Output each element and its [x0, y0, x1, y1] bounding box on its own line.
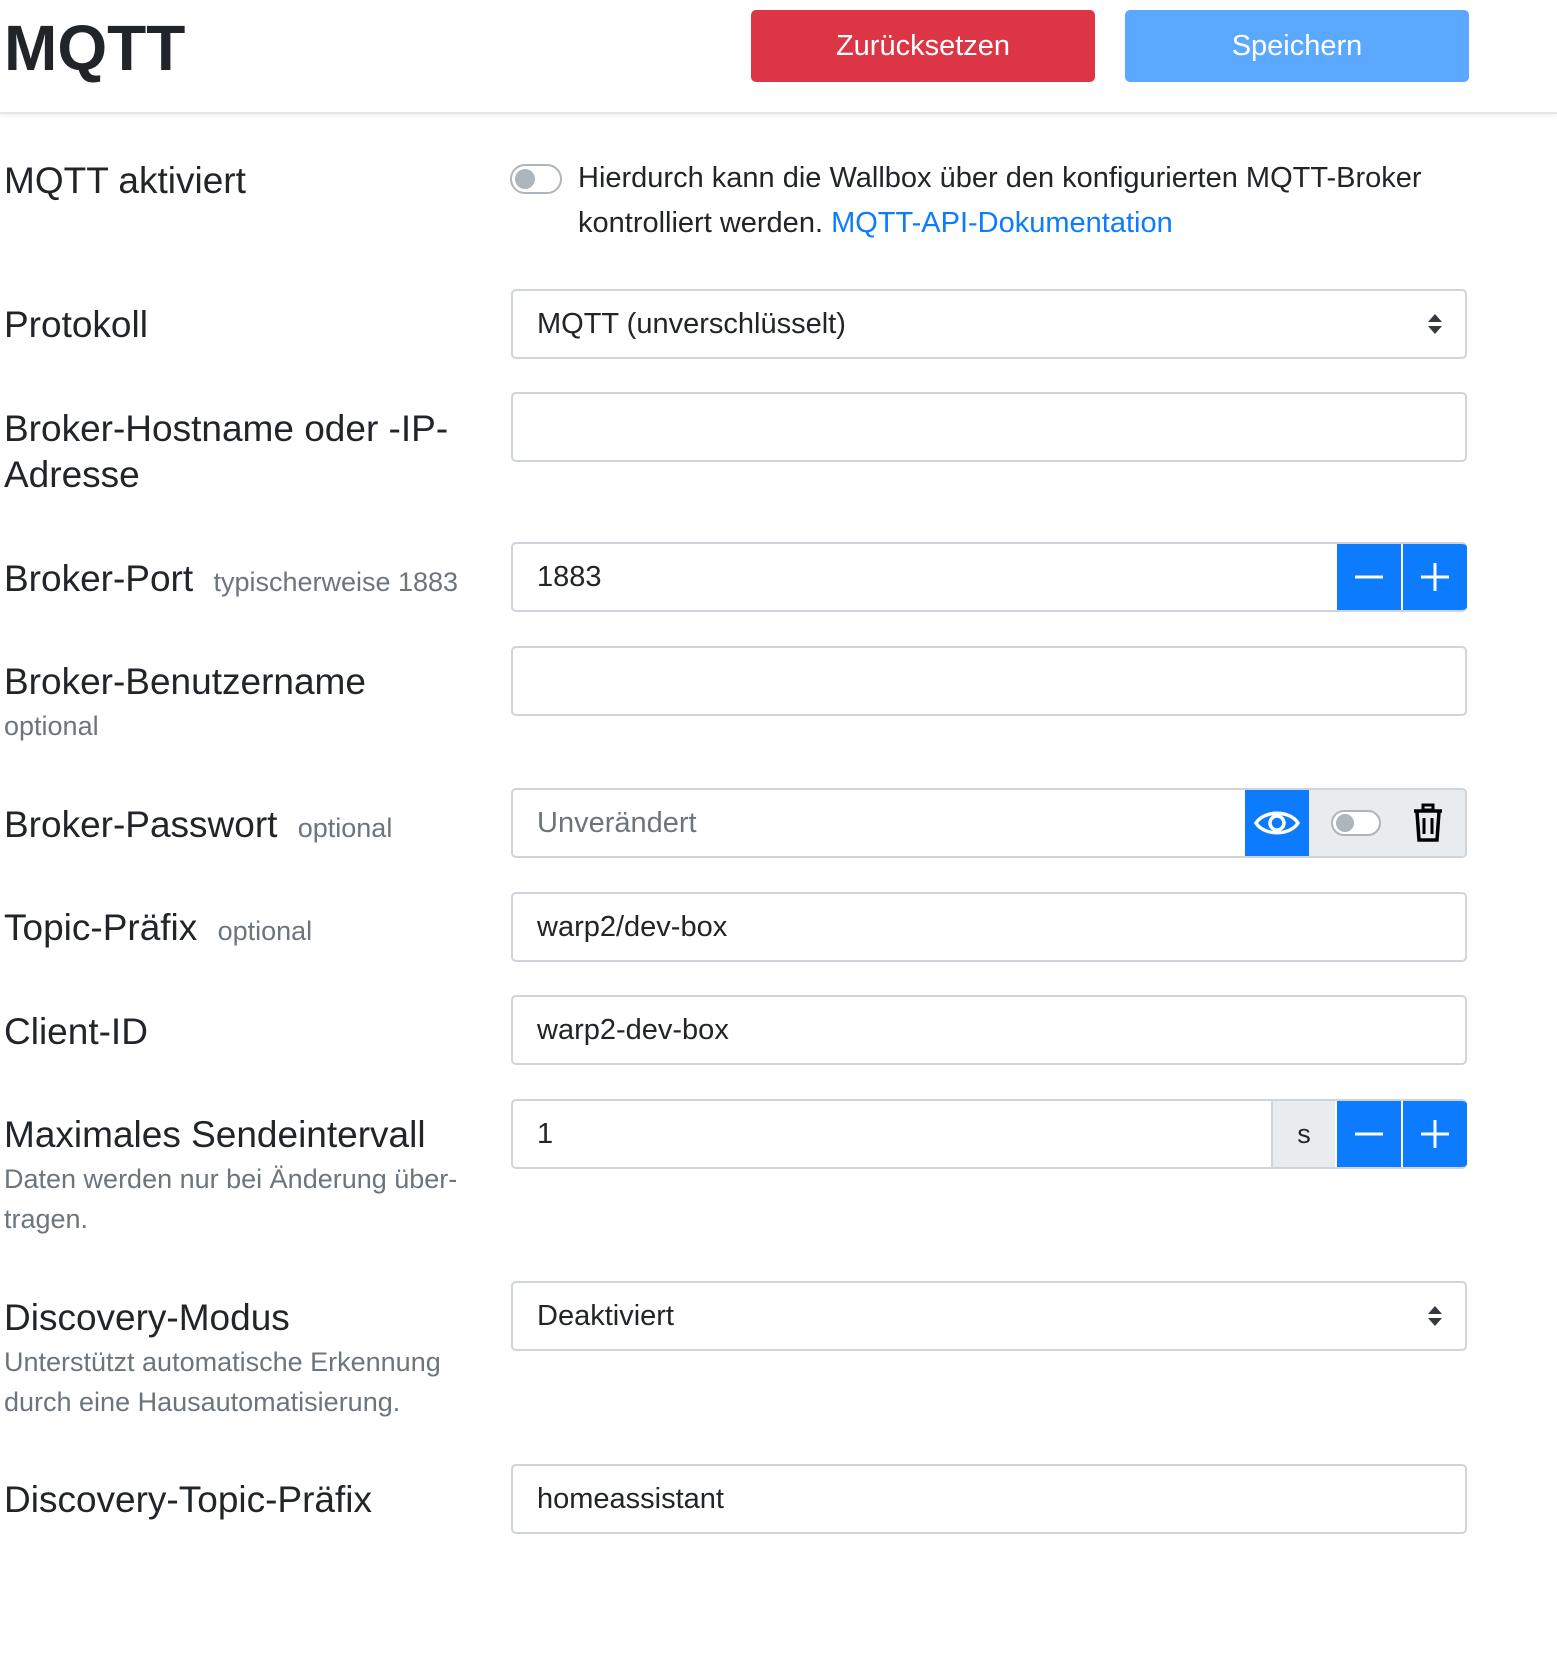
password-input[interactable]: Unverändert: [513, 790, 1245, 856]
mqtt-enable-description: Hierdurch kann die Wallbox über den konf…: [578, 156, 1478, 246]
clear-password-switch[interactable]: [1330, 810, 1381, 836]
protocol-select[interactable]: MQTT (unverschlüsselt): [511, 289, 1467, 359]
client-id-input-value: warp2-dev-box: [537, 1013, 729, 1046]
discovery-prefix-input[interactable]: homeassistant: [511, 1464, 1467, 1534]
page-header: MQTT Zurücksetzen Speichern: [0, 0, 1557, 114]
send-interval-unit: s: [1271, 1101, 1335, 1167]
discovery-mode-label: Discovery-Modus: [4, 1297, 290, 1338]
trash-icon: [1413, 803, 1442, 842]
username-input[interactable]: [511, 646, 1467, 716]
plus-icon: [1421, 563, 1449, 591]
client-id-input[interactable]: warp2-dev-box: [511, 995, 1467, 1065]
password-hint: optional: [297, 813, 393, 843]
minus-icon: [1355, 1132, 1383, 1136]
send-interval-hint-line2: tragen.: [4, 1204, 89, 1234]
protocol-label: Protokoll: [4, 304, 148, 345]
select-updown-icon: [1405, 1283, 1465, 1349]
minus-icon: [1355, 575, 1383, 579]
topic-prefix-input-value: warp2/dev-box: [537, 910, 728, 943]
discovery-prefix-label: Discovery-Topic-Präfix: [4, 1479, 373, 1520]
save-button[interactable]: Speichern: [1125, 10, 1469, 82]
password-clear-group: [1309, 790, 1465, 856]
username-label: Broker-Benutzername: [4, 661, 366, 702]
discovery-prefix-input-value: homeassistant: [537, 1482, 724, 1515]
topic-prefix-label: Topic-Präfix optional: [4, 905, 312, 954]
port-input[interactable]: 1883: [513, 544, 1335, 610]
discovery-mode-hint-line1: Unterstützt automatische Erkennung: [4, 1347, 441, 1377]
plus-icon: [1421, 1120, 1449, 1148]
port-decrement-button[interactable]: [1335, 544, 1401, 610]
discovery-mode-selected-value: Deaktiviert: [537, 1299, 674, 1332]
mqtt-enable-switch[interactable]: [510, 164, 562, 194]
discovery-mode-hint-line2: durch eine Hausautomatisierung.: [4, 1387, 401, 1417]
host-input[interactable]: [511, 392, 1467, 462]
select-updown-icon: [1405, 291, 1465, 357]
topic-prefix-input[interactable]: warp2/dev-box: [511, 892, 1467, 962]
discovery-mode-select[interactable]: Deaktiviert: [511, 1281, 1467, 1351]
topic-prefix-hint: optional: [217, 916, 313, 946]
host-input-value: [513, 394, 1465, 460]
port-label: Broker-Port typischerweise 1883: [4, 556, 458, 605]
port-hint: typischerweise 1883: [213, 567, 459, 597]
page-title: MQTT: [4, 12, 186, 84]
send-interval-input[interactable]: 1: [513, 1101, 1271, 1167]
send-interval-hint-line1: Daten werden nur bei Änderung über-: [4, 1164, 458, 1194]
send-interval-label: Maximales Sendeintervall: [4, 1114, 426, 1155]
username-hint: optional: [4, 711, 99, 741]
topic-prefix-label-text: Topic-Präfix: [4, 907, 198, 948]
password-label: Broker-Passwort optional: [4, 802, 392, 851]
send-interval-decrement-button[interactable]: [1335, 1101, 1401, 1167]
password-label-text: Broker-Passwort: [4, 804, 278, 845]
port-input-group: 1883: [511, 542, 1467, 612]
port-increment-button[interactable]: [1401, 544, 1467, 610]
mqtt-enable-label: MQTT aktiviert: [4, 160, 246, 201]
host-label: Broker-Hostname oder -IP-Adresse: [4, 408, 449, 495]
mqtt-api-doc-link[interactable]: MQTT-API-Dokumentation: [831, 207, 1173, 239]
password-input-group: Unverändert: [511, 788, 1467, 858]
eye-icon: [1254, 811, 1300, 835]
send-interval-input-group: 1 s: [511, 1099, 1467, 1169]
send-interval-increment-button[interactable]: [1401, 1101, 1467, 1167]
reset-button[interactable]: Zurücksetzen: [751, 10, 1095, 82]
show-password-button[interactable]: [1245, 790, 1309, 856]
username-input-value: [513, 648, 1465, 714]
port-label-text: Broker-Port: [4, 558, 194, 599]
client-id-label: Client-ID: [4, 1011, 148, 1052]
protocol-selected-value: MQTT (unverschlüsselt): [537, 307, 846, 340]
